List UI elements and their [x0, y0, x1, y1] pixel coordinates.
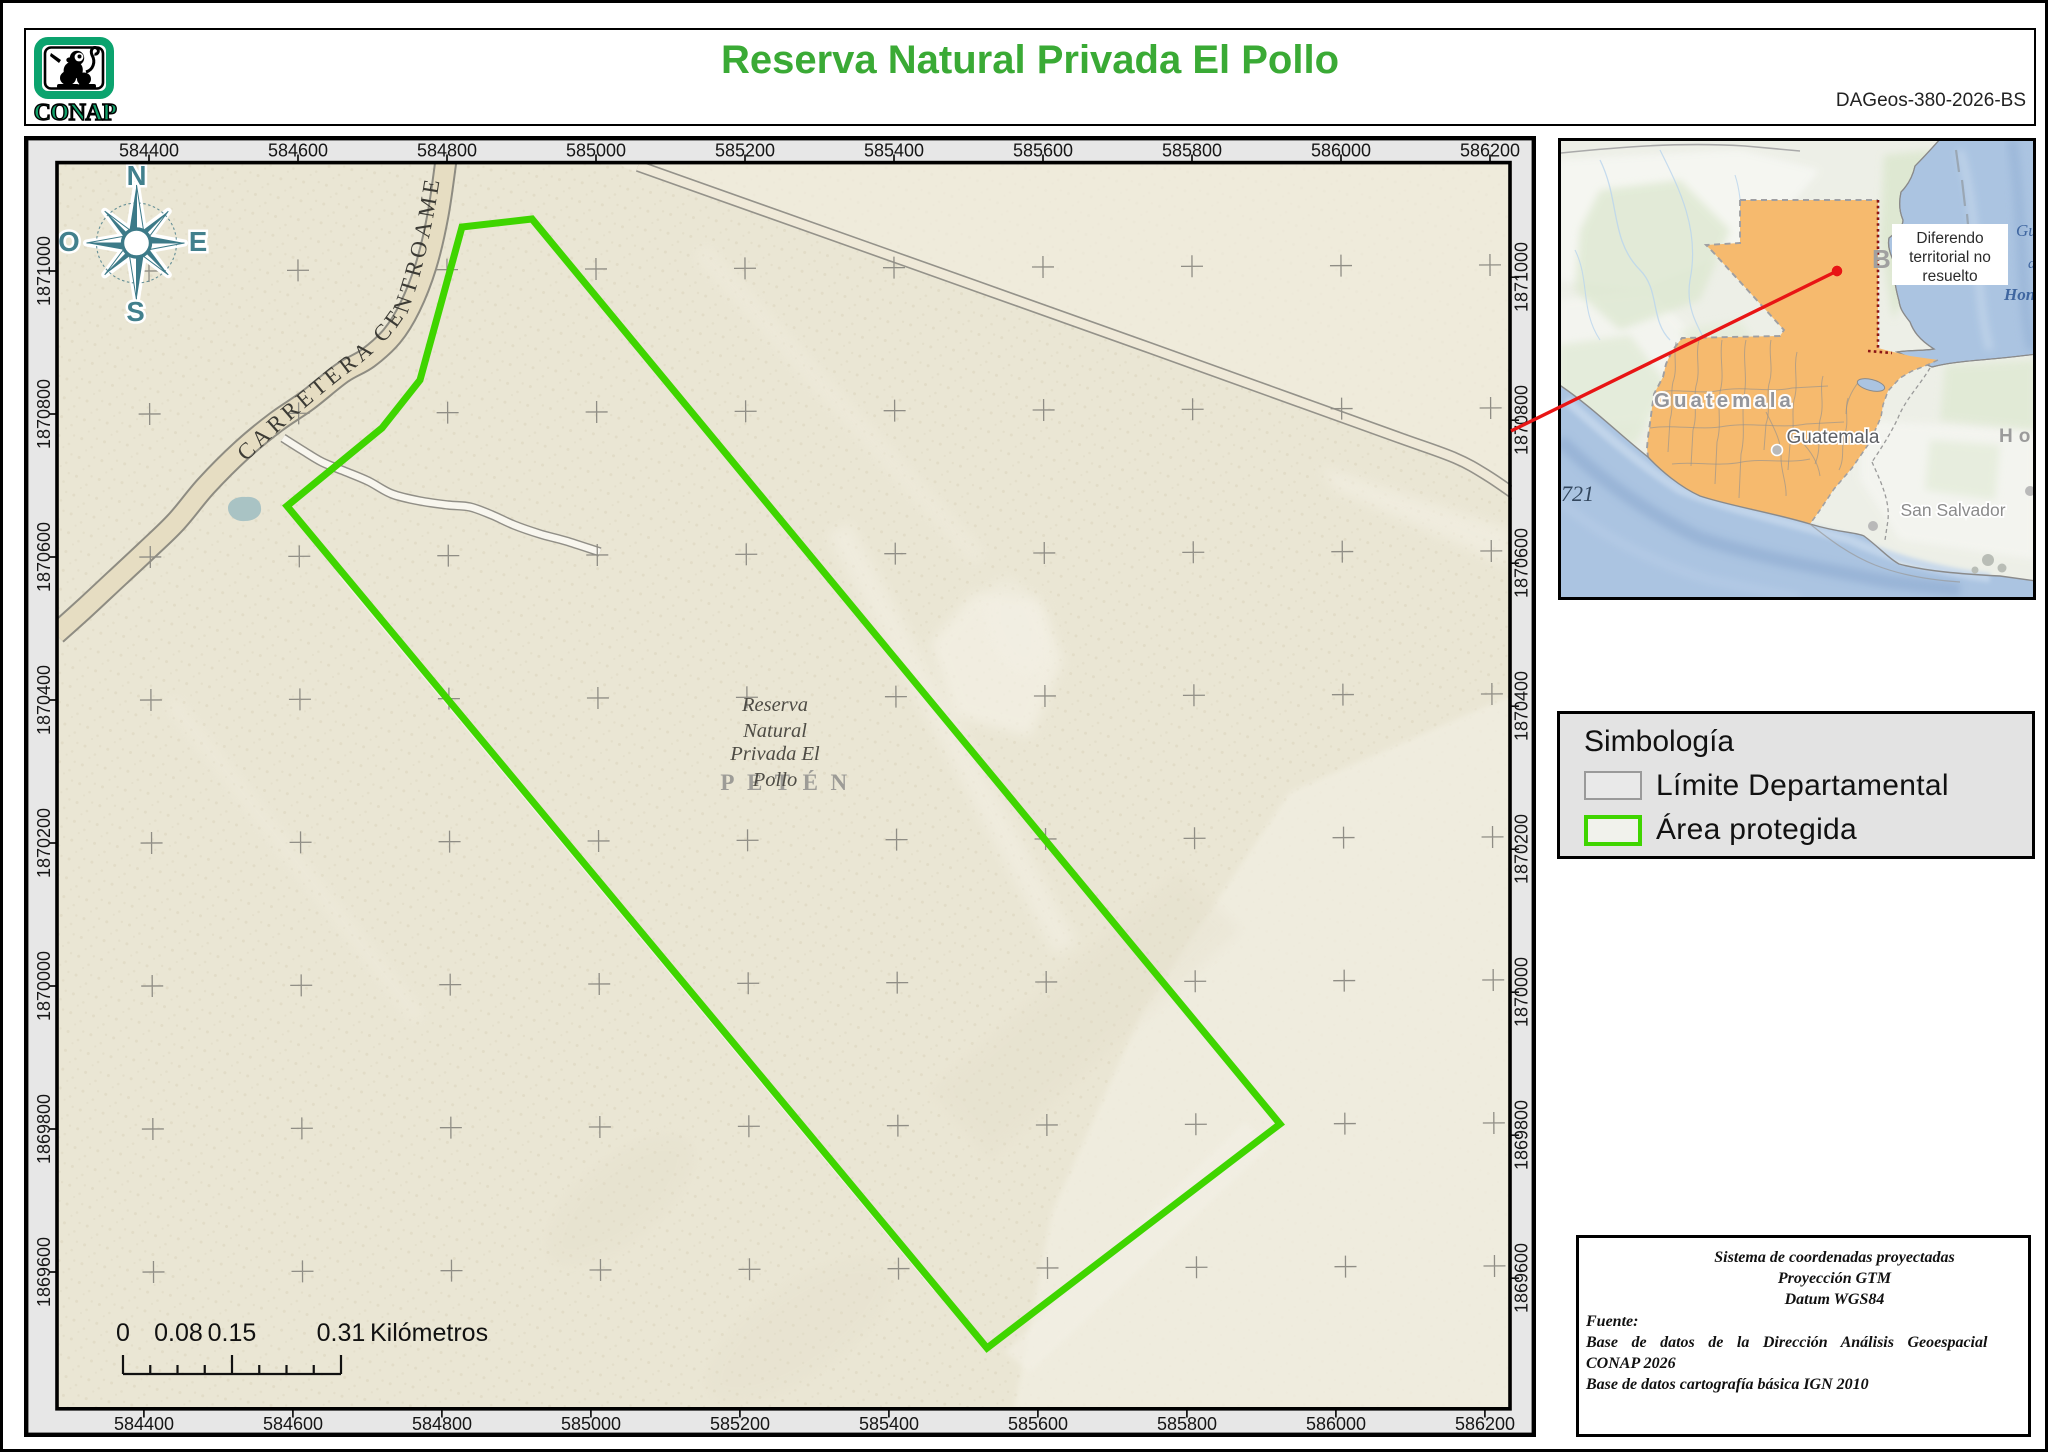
svg-text:1870000: 1870000: [1512, 957, 1532, 1027]
svg-text:585800: 585800: [1157, 1414, 1217, 1434]
svg-text:585400: 585400: [864, 141, 924, 161]
svg-text:584800: 584800: [412, 1414, 472, 1434]
svg-text:Pollo: Pollo: [752, 769, 797, 791]
svg-text:1870400: 1870400: [34, 665, 54, 735]
svg-text:1870000: 1870000: [34, 951, 54, 1021]
svg-text:San Salvador: San Salvador: [1900, 500, 2005, 520]
svg-text:0.31: 0.31: [317, 1319, 366, 1347]
svg-text:1869600: 1869600: [1512, 1243, 1532, 1313]
svg-text:territorial no: territorial no: [1909, 249, 1991, 266]
svg-text:586000: 586000: [1306, 1414, 1366, 1434]
svg-text:Reserva: Reserva: [741, 694, 808, 716]
svg-text:585400: 585400: [859, 1414, 919, 1434]
svg-text:0.15: 0.15: [208, 1319, 257, 1347]
svg-text:1871000: 1871000: [34, 236, 54, 306]
svg-text:585000: 585000: [566, 141, 626, 161]
svg-text:O: O: [58, 226, 79, 257]
svg-text:Diferendo: Diferendo: [1916, 230, 1983, 247]
svg-text:0.08: 0.08: [154, 1319, 203, 1347]
svg-text:721: 721: [1561, 481, 1594, 506]
svg-text:S: S: [126, 296, 144, 327]
svg-text:1869800: 1869800: [34, 1094, 54, 1164]
svg-text:E: E: [189, 226, 207, 257]
svg-text:Privada El: Privada El: [729, 743, 820, 765]
svg-text:1871000: 1871000: [1512, 242, 1532, 312]
svg-text:resuelto: resuelto: [1922, 268, 1977, 285]
svg-text:584400: 584400: [114, 1414, 174, 1434]
svg-text:584800: 584800: [417, 141, 477, 161]
svg-text:584600: 584600: [268, 141, 328, 161]
svg-text:1870400: 1870400: [1512, 671, 1532, 741]
svg-text:Ho: Ho: [1999, 426, 2036, 447]
svg-text:1870200: 1870200: [34, 808, 54, 878]
svg-text:1870800: 1870800: [1512, 385, 1532, 455]
svg-text:1869800: 1869800: [1512, 1100, 1532, 1170]
svg-text:N: N: [127, 160, 147, 191]
svg-text:586200: 586200: [1455, 1414, 1515, 1434]
svg-text:585200: 585200: [715, 141, 775, 161]
svg-text:1870800: 1870800: [34, 379, 54, 449]
svg-text:Natural: Natural: [742, 720, 807, 742]
svg-text:585800: 585800: [1162, 141, 1222, 161]
svg-text:Hon: Hon: [2003, 285, 2035, 304]
svg-text:585200: 585200: [710, 1414, 770, 1434]
svg-text:1870200: 1870200: [1512, 814, 1532, 884]
svg-text:Kilómetros: Kilómetros: [370, 1319, 488, 1347]
svg-text:B: B: [1872, 244, 1891, 274]
svg-text:585600: 585600: [1013, 141, 1073, 161]
svg-text:585000: 585000: [561, 1414, 621, 1434]
svg-text:Guatemala: Guatemala: [1787, 427, 1880, 448]
svg-text:586200: 586200: [1460, 141, 1520, 161]
svg-text:1869600: 1869600: [34, 1237, 54, 1307]
svg-text:585600: 585600: [1008, 1414, 1068, 1434]
svg-text:584400: 584400: [119, 141, 179, 161]
svg-text:1870600: 1870600: [34, 522, 54, 592]
svg-text:0: 0: [116, 1319, 130, 1347]
svg-text:584600: 584600: [263, 1414, 323, 1434]
svg-text:586000: 586000: [1311, 141, 1371, 161]
svg-text:Guatemala: Guatemala: [1654, 389, 1795, 412]
svg-text:1870600: 1870600: [1512, 528, 1532, 598]
